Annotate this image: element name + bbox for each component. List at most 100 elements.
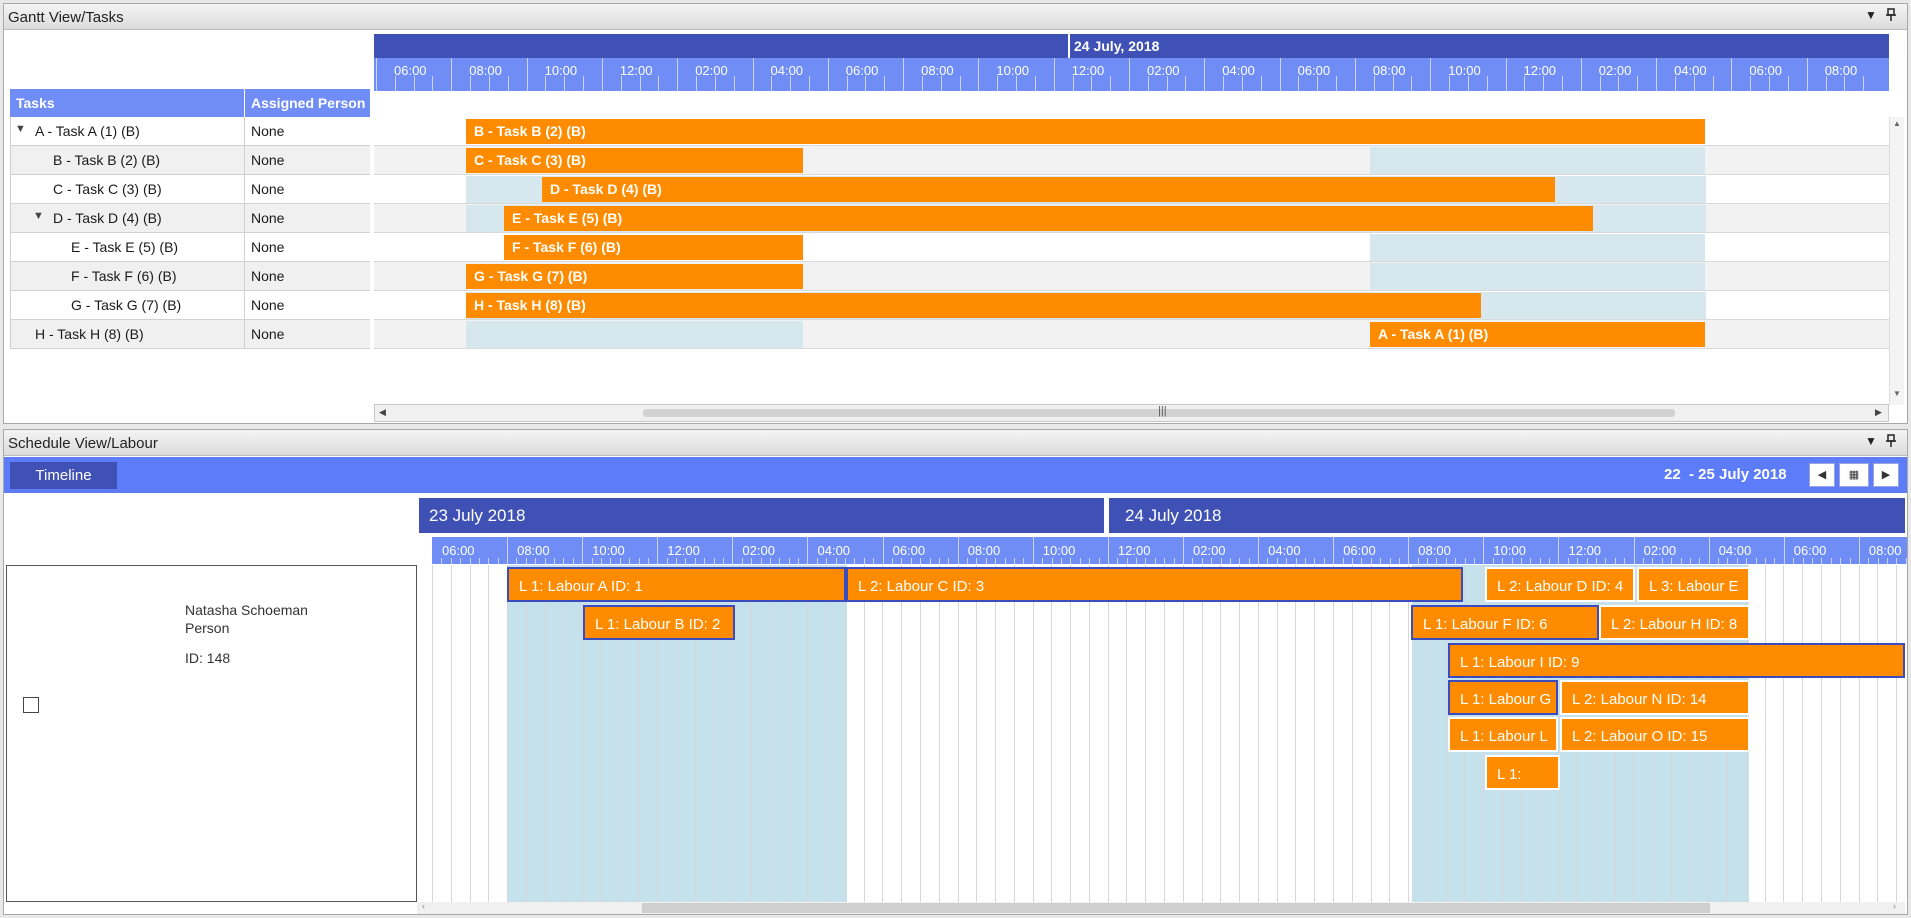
task-row[interactable]: C - Task C (3) (B) None bbox=[10, 175, 370, 204]
scroll-right-icon[interactable]: ▶ bbox=[1875, 407, 1882, 418]
gantt-task-bar[interactable]: H - Task H (8) (B) bbox=[466, 293, 1481, 318]
schedule-toolbar: Timeline 22 - 25 July 2018 ◀ ▦ ▶ bbox=[4, 457, 1907, 493]
schedule-minor-tick bbox=[1126, 558, 1128, 564]
gantt-task-bar[interactable]: E - Task E (5) (B) bbox=[504, 206, 1593, 231]
task-row[interactable]: ▼ D - Task D (4) (B) None bbox=[10, 204, 370, 233]
schedule-minor-tick bbox=[741, 558, 743, 564]
schedule-minor-tick bbox=[1567, 558, 1569, 564]
schedule-minor-tick bbox=[1736, 558, 1738, 564]
schedule-minor-tick bbox=[1671, 558, 1673, 564]
gantt-vertical-scrollbar[interactable]: ▲ ▼ bbox=[1889, 117, 1904, 405]
labour-appointment[interactable]: L 1: Labour G bbox=[1448, 680, 1558, 715]
chevron-right-icon[interactable]: ▶ bbox=[1873, 463, 1899, 487]
schedule-hour-label: 10:00 bbox=[1493, 543, 1526, 558]
labour-appointment[interactable]: L 2: Labour O ID: 15 bbox=[1560, 717, 1750, 752]
assigned-person-column-header[interactable]: Assigned Person bbox=[245, 89, 370, 117]
schedule-minor-tick bbox=[1455, 558, 1457, 564]
labour-appointment[interactable]: L 2: Labour N ID: 14 bbox=[1560, 680, 1750, 715]
schedule-minor-tick bbox=[1004, 558, 1006, 564]
task-row[interactable]: H - Task H (8) (B) None bbox=[10, 320, 370, 349]
schedule-horizontal-scrollbar[interactable]: ‹ › bbox=[417, 901, 1905, 914]
labour-appointment[interactable]: L 3: Labour E bbox=[1637, 567, 1750, 602]
dropdown-arrow-icon[interactable]: ▼ bbox=[1863, 8, 1879, 22]
schedule-scroll-thumb[interactable] bbox=[642, 903, 1710, 913]
labour-appointment[interactable]: L 1: Labour F ID: 6 bbox=[1411, 605, 1599, 640]
labour-appointment[interactable]: L 1: Labour B ID: 2 bbox=[583, 605, 735, 640]
dropdown-arrow-icon[interactable]: ▼ bbox=[1863, 434, 1879, 448]
gantt-minor-tick bbox=[1524, 76, 1526, 91]
schedule-minor-tick bbox=[835, 558, 837, 564]
labour-appointment[interactable]: L 2: Labour C ID: 3 bbox=[846, 567, 1463, 602]
gantt-task-bar[interactable]: D - Task D (4) (B) bbox=[542, 177, 1555, 202]
gantt-task-bar[interactable]: C - Task C (3) (B) bbox=[466, 148, 803, 173]
schedule-grid-line bbox=[1201, 565, 1203, 902]
assigned-person: None bbox=[251, 123, 285, 139]
schedule-grid-line bbox=[432, 565, 433, 902]
schedule-grid-line bbox=[1839, 565, 1841, 902]
scroll-left-icon[interactable]: ‹ bbox=[422, 901, 425, 911]
gantt-task-bar[interactable]: G - Task G (7) (B) bbox=[466, 264, 803, 289]
labour-appointment[interactable]: L 2: Labour D ID: 4 bbox=[1485, 567, 1635, 602]
labour-appointment[interactable]: L 1: bbox=[1485, 755, 1560, 790]
schedule-hour-label: 08:00 bbox=[1418, 543, 1451, 558]
task-row[interactable]: E - Task E (5) (B) None bbox=[10, 233, 370, 262]
resource-checkbox[interactable] bbox=[23, 697, 39, 713]
schedule-hour-divider bbox=[807, 537, 809, 564]
gantt-minor-tick bbox=[696, 76, 698, 91]
gantt-task-bar[interactable]: A - Task A (1) (B) bbox=[1370, 322, 1705, 347]
gantt-minor-tick bbox=[884, 76, 886, 91]
timeline-button[interactable]: Timeline bbox=[10, 462, 117, 489]
schedule-hour-divider bbox=[732, 537, 734, 564]
scroll-up-icon[interactable]: ▲ bbox=[1893, 119, 1901, 128]
task-row[interactable]: G - Task G (7) (B) None bbox=[10, 291, 370, 320]
expand-arrow-icon[interactable]: ▼ bbox=[33, 210, 44, 222]
schedule-hour-header: 06:00 08:00 10:00 12:00 02:00 04:00 06:00 08:00… bbox=[432, 537, 1907, 564]
gantt-hour-label: 08:00 bbox=[921, 63, 954, 78]
tasks-column-header[interactable]: Tasks bbox=[10, 89, 245, 117]
pin-icon[interactable] bbox=[1883, 434, 1899, 451]
schedule-minor-tick bbox=[863, 558, 865, 564]
labour-appointment[interactable]: L 1: Labour L bbox=[1448, 717, 1558, 752]
schedule-minor-tick bbox=[1023, 558, 1025, 564]
task-row[interactable]: B - Task B (2) (B) None bbox=[10, 146, 370, 175]
schedule-minor-tick bbox=[1436, 558, 1438, 564]
schedule-grid-line bbox=[863, 565, 865, 902]
gantt-minor-tick bbox=[1863, 76, 1865, 91]
schedule-minor-tick bbox=[1774, 558, 1776, 564]
gantt-horizontal-scrollbar[interactable]: ◀ ||| ▶ bbox=[374, 404, 1889, 422]
schedule-minor-tick bbox=[535, 558, 537, 564]
schedule-minor-tick bbox=[544, 558, 546, 564]
chevron-left-icon[interactable]: ◀ bbox=[1809, 463, 1835, 487]
gantt-task-bar[interactable]: B - Task B (2) (B) bbox=[466, 119, 1705, 144]
schedule-minor-tick bbox=[1802, 558, 1804, 564]
scroll-right-icon[interactable]: › bbox=[1893, 901, 1896, 911]
schedule-minor-tick bbox=[525, 558, 527, 564]
schedule-minor-tick bbox=[1070, 558, 1072, 564]
labour-appointment[interactable]: L 2: Labour H ID: 8 bbox=[1599, 605, 1750, 640]
gantt-minor-tick bbox=[470, 76, 472, 91]
day-header-2: 24 July 2018 bbox=[1109, 498, 1905, 533]
labour-appointment[interactable]: L 1: Labour I ID: 9 bbox=[1448, 643, 1905, 678]
expand-arrow-icon[interactable]: ▼ bbox=[15, 123, 26, 135]
schedule-grid-line bbox=[525, 565, 527, 902]
task-row[interactable]: F - Task F (6) (B) None bbox=[10, 262, 370, 291]
schedule-grid-line bbox=[1764, 565, 1766, 902]
schedule-grid-line bbox=[1408, 565, 1410, 902]
gantt-task-bar[interactable]: F - Task F (6) (B) bbox=[504, 235, 803, 260]
schedule-grid-line bbox=[1013, 565, 1015, 902]
labour-appointment[interactable]: L 1: Labour A ID: 1 bbox=[507, 567, 846, 602]
schedule-grid-line bbox=[1295, 565, 1297, 902]
task-name: F - Task F (6) (B) bbox=[71, 268, 177, 284]
schedule-minor-tick bbox=[460, 558, 462, 564]
scroll-left-icon[interactable]: ◀ bbox=[379, 407, 386, 418]
schedule-minor-tick bbox=[920, 558, 922, 564]
gantt-hour-divider bbox=[376, 58, 377, 91]
schedule-minor-tick bbox=[751, 558, 753, 564]
task-row[interactable]: ▼ A - Task A (1) (B) None bbox=[10, 117, 370, 146]
task-name-cell: B - Task B (2) (B) bbox=[10, 146, 245, 175]
calendar-icon[interactable]: ▦ bbox=[1839, 463, 1869, 487]
pin-icon[interactable] bbox=[1883, 8, 1899, 25]
schedule-minor-tick bbox=[826, 558, 828, 564]
scroll-down-icon[interactable]: ▼ bbox=[1893, 389, 1901, 398]
assigned-person-cell: None bbox=[245, 291, 370, 320]
